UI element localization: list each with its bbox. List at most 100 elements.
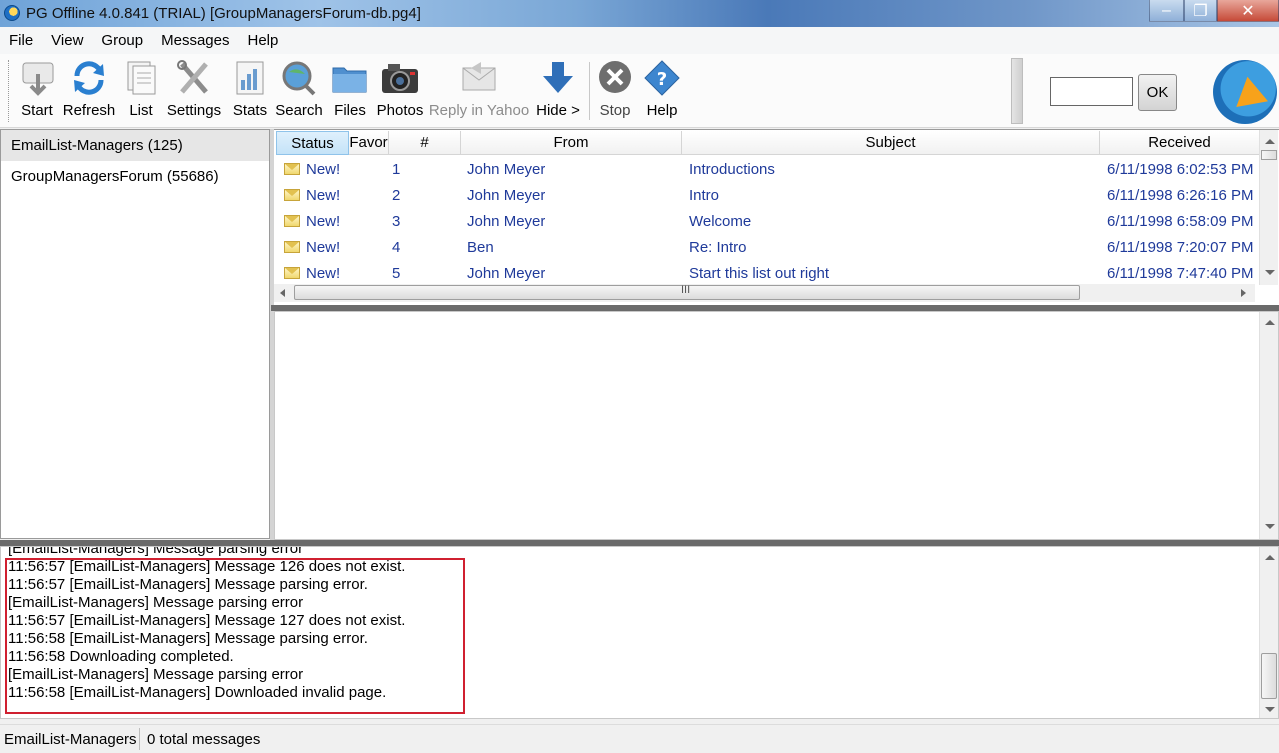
envelope-icon [284, 215, 300, 227]
envelope-icon [284, 267, 300, 279]
number-cell: 1 [392, 161, 401, 178]
status-message-count: 0 total messages [147, 731, 261, 748]
scroll-up-icon[interactable] [1265, 555, 1275, 560]
table-row[interactable]: New! 2 John Meyer Intro 6/11/1998 6:26:1… [274, 183, 1259, 209]
folder-pane: EmailList-Managers (125) GroupManagersFo… [0, 129, 270, 539]
scroll-left-icon[interactable] [280, 289, 285, 297]
window-title: PG Offline 4.0.841 (TRIAL) [GroupManager… [26, 5, 421, 22]
message-preview-pane [274, 311, 1279, 540]
search-button[interactable]: Search [275, 60, 323, 119]
scroll-thumb[interactable] [1261, 653, 1277, 699]
column-header-subject[interactable]: Subject [682, 131, 1100, 155]
ok-button[interactable]: OK [1138, 74, 1177, 111]
message-list-horizontal-scrollbar[interactable]: III [274, 284, 1255, 302]
start-button[interactable]: Start [18, 60, 56, 119]
received-cell: 6/11/1998 6:26:16 PM [1107, 187, 1254, 204]
menu-group[interactable]: Group [92, 27, 152, 54]
envelope-icon [284, 163, 300, 175]
help-label: Help [646, 102, 678, 119]
subject-cell: Welcome [689, 213, 752, 230]
stats-icon [230, 60, 270, 96]
menu-view[interactable]: View [42, 27, 92, 54]
refresh-label: Refresh [62, 102, 116, 119]
from-cell: John Meyer [467, 213, 546, 230]
column-header-status[interactable]: Status [276, 131, 349, 155]
minimize-button[interactable]: – [1149, 0, 1184, 22]
files-button[interactable]: Files [330, 60, 370, 119]
table-row[interactable]: New! 1 John Meyer Introductions 6/11/199… [274, 157, 1259, 183]
maximize-button[interactable]: ❐ [1184, 0, 1217, 22]
number-cell: 4 [392, 239, 401, 256]
photos-button[interactable]: Photos [375, 60, 425, 119]
toolbar-separator [589, 62, 590, 120]
photos-label: Photos [376, 102, 424, 119]
down-arrow-icon [538, 60, 578, 96]
column-header-received[interactable]: Received [1100, 131, 1260, 155]
stats-label: Stats [232, 102, 268, 119]
from-cell: John Meyer [467, 187, 546, 204]
number-cell: 2 [392, 187, 401, 204]
table-row[interactable]: New! 3 John Meyer Welcome 6/11/1998 6:58… [274, 209, 1259, 235]
column-header-number[interactable]: # [389, 131, 461, 155]
status-cell: New! [306, 239, 341, 256]
scroll-thumb[interactable] [1261, 150, 1277, 160]
envelope-icon [284, 189, 300, 201]
group-input[interactable] [1050, 77, 1133, 106]
horizontal-scroll-thumb[interactable]: III [294, 284, 1080, 300]
from-cell: John Meyer [467, 265, 546, 282]
menu-bar: File View Group Messages Help [0, 27, 1279, 54]
reply-in-yahoo-button[interactable]: Reply in Yahoo [428, 60, 530, 119]
list-button[interactable]: List [120, 60, 162, 119]
help-icon: ? [642, 60, 682, 96]
log-pane: [EmailList-Managers] Message parsing err… [0, 546, 1279, 719]
refresh-button[interactable]: Refresh [62, 60, 116, 119]
scroll-down-icon[interactable] [1265, 270, 1275, 275]
scroll-down-icon[interactable] [1265, 707, 1275, 712]
close-button[interactable]: ✕ [1217, 0, 1279, 22]
search-label: Search [275, 102, 323, 119]
status-cell: New! [306, 213, 341, 230]
log-vertical-scrollbar[interactable] [1259, 547, 1278, 718]
column-header-from[interactable]: From [461, 131, 682, 155]
start-icon [18, 60, 58, 96]
status-bar: EmailList-Managers 0 total messages [0, 724, 1279, 753]
status-divider [139, 728, 140, 750]
app-icon [4, 5, 20, 21]
menu-file[interactable]: File [0, 27, 42, 54]
search-icon [279, 60, 319, 96]
subject-cell: Start this list out right [689, 265, 830, 282]
received-cell: 6/11/1998 6:02:53 PM [1107, 161, 1254, 178]
log-line: [EmailList-Managers] Message parsing err… [8, 546, 304, 557]
stop-button[interactable]: Stop [595, 60, 635, 119]
stats-button[interactable]: Stats [230, 60, 270, 119]
reply-in-yahoo-label: Reply in Yahoo [428, 102, 530, 119]
hide-button[interactable]: Hide > [534, 60, 582, 119]
status-cell: New! [306, 161, 341, 178]
folder-groupmanagersforum[interactable]: GroupManagersForum (55686) [1, 161, 269, 192]
folder-emaillist-managers[interactable]: EmailList-Managers (125) [1, 130, 269, 161]
number-cell: 5 [392, 265, 401, 282]
menu-help[interactable]: Help [239, 27, 288, 54]
toolbar-overflow-button[interactable] [1011, 58, 1023, 124]
scroll-up-icon[interactable] [1265, 320, 1275, 325]
menu-messages[interactable]: Messages [152, 27, 238, 54]
settings-label: Settings [166, 102, 222, 119]
column-header-favor[interactable]: Favor [349, 131, 389, 155]
svg-text:?: ? [657, 69, 667, 90]
stop-label: Stop [599, 102, 631, 119]
scroll-up-icon[interactable] [1265, 139, 1275, 144]
table-row[interactable]: New! 4 Ben Re: Intro 6/11/1998 7:20:07 P… [274, 235, 1259, 261]
help-button[interactable]: ? Help [642, 60, 682, 119]
received-cell: 6/11/1998 6:58:09 PM [1107, 213, 1254, 230]
message-list-vertical-scrollbar[interactable] [1259, 130, 1278, 285]
highlight-box [5, 558, 465, 714]
status-cell: New! [306, 187, 341, 204]
subject-cell: Re: Intro [689, 239, 747, 256]
scroll-right-icon[interactable] [1241, 289, 1246, 297]
files-label: Files [334, 102, 366, 119]
preview-vertical-scrollbar[interactable] [1259, 312, 1278, 539]
app-logo [1213, 60, 1277, 124]
settings-button[interactable]: Settings [166, 60, 222, 119]
toolbar-grip[interactable] [8, 60, 11, 122]
scroll-down-icon[interactable] [1265, 524, 1275, 529]
